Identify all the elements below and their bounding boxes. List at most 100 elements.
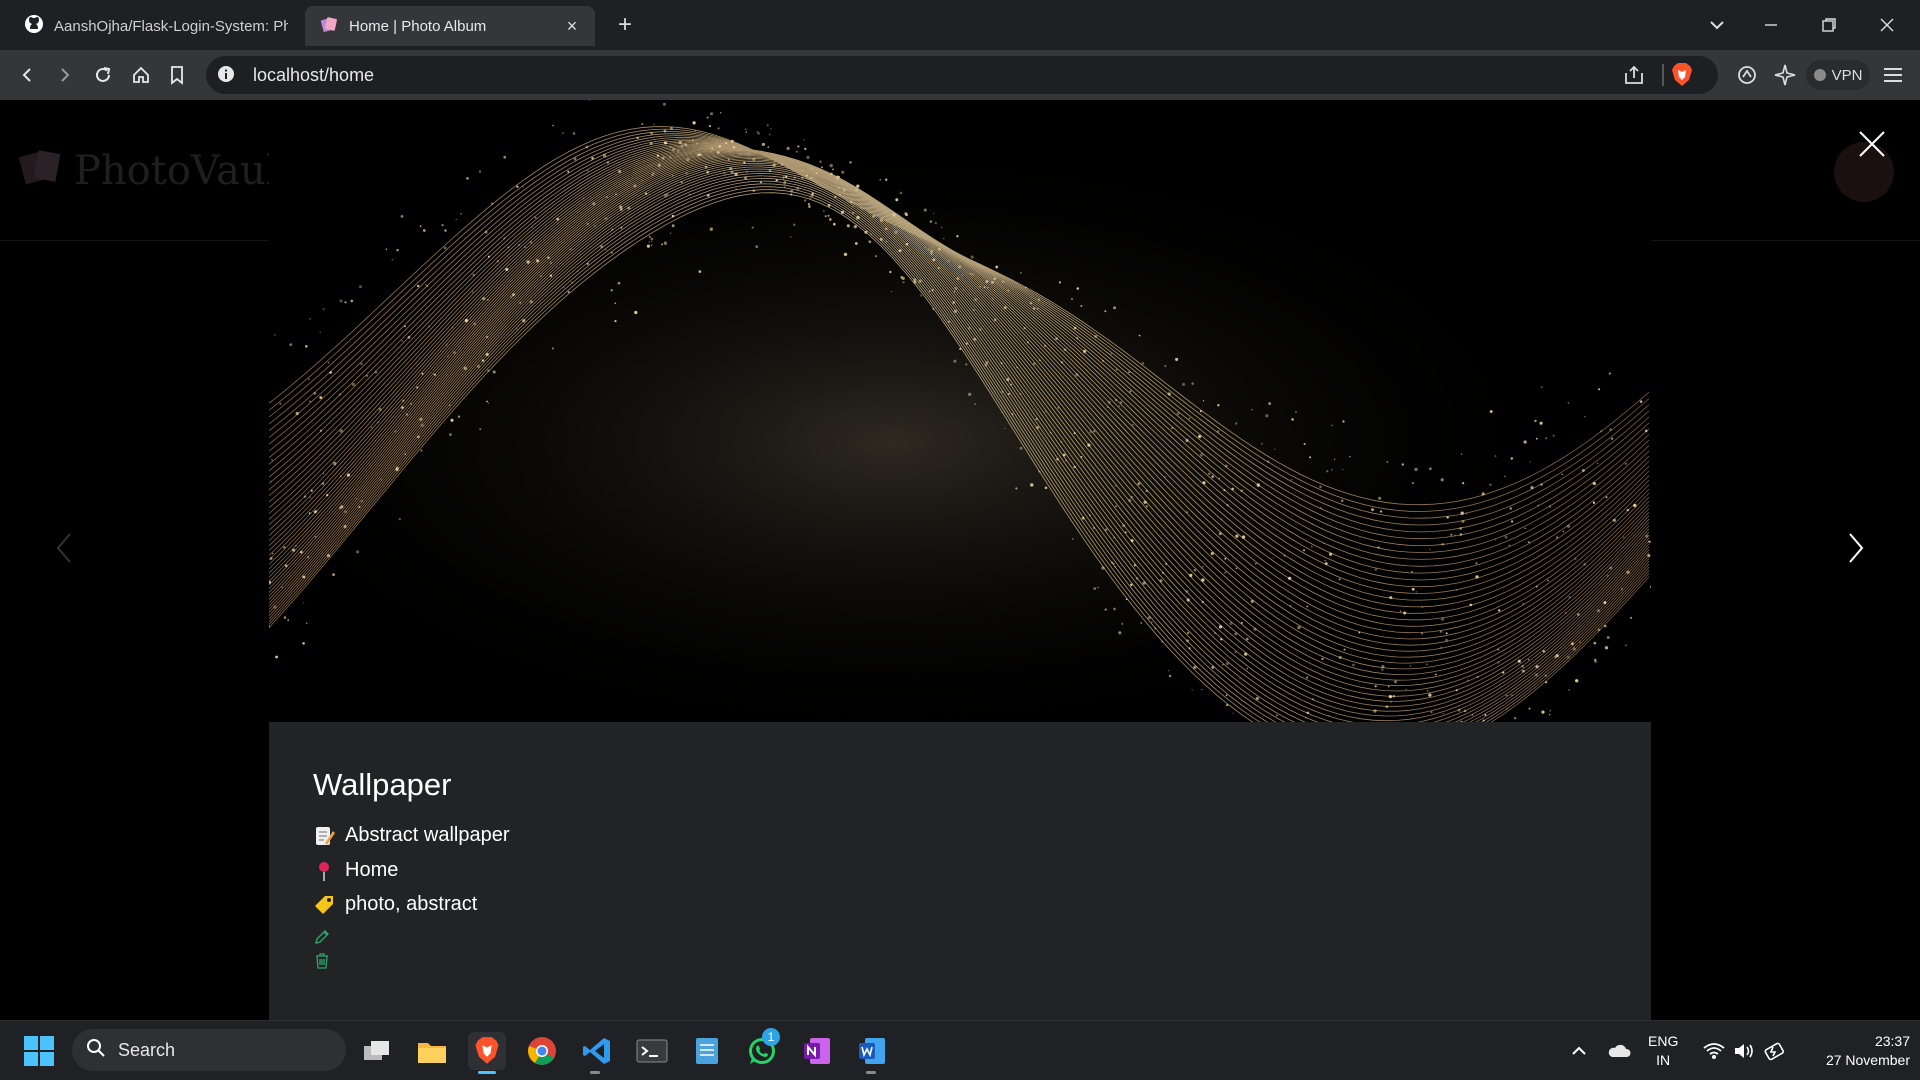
sparkle-dot bbox=[1113, 563, 1115, 565]
sparkle-dot bbox=[947, 260, 950, 263]
sparkle-dot bbox=[309, 400, 312, 403]
site-logo[interactable]: PhotoVault bbox=[18, 146, 295, 196]
sparkle-dot bbox=[1429, 467, 1432, 470]
sparkle-dot bbox=[974, 403, 976, 405]
vpn-button[interactable]: VPN bbox=[1806, 60, 1870, 90]
sparkle-dot bbox=[1338, 578, 1341, 581]
address-bar[interactable] bbox=[206, 56, 1718, 94]
forward-arrow-icon[interactable] bbox=[52, 62, 78, 88]
task-view-icon[interactable] bbox=[358, 1032, 396, 1070]
sparkle-dot bbox=[971, 273, 974, 276]
leo-ai-icon[interactable] bbox=[1734, 62, 1760, 88]
back-arrow-icon[interactable] bbox=[14, 62, 40, 88]
sparkle-dot bbox=[1377, 546, 1380, 549]
close-tab-icon[interactable]: × bbox=[563, 16, 581, 37]
volume-speaker-icon[interactable] bbox=[1732, 1040, 1756, 1062]
edit-pencil-icon[interactable] bbox=[313, 928, 331, 946]
terminal-icon[interactable] bbox=[633, 1032, 671, 1070]
word-icon[interactable] bbox=[853, 1032, 891, 1070]
sparkle-dot bbox=[549, 274, 553, 277]
sparkle-dot bbox=[698, 270, 702, 273]
sparkle-dot bbox=[1186, 639, 1189, 643]
sparkle-dot bbox=[1594, 660, 1597, 663]
notepad-icon[interactable] bbox=[688, 1032, 726, 1070]
sparkle-dot bbox=[1111, 561, 1114, 564]
brave-browser-icon[interactable] bbox=[468, 1032, 506, 1070]
sparkle-dot bbox=[1489, 410, 1493, 413]
sparkle-dot bbox=[801, 169, 804, 172]
input-language-indicator[interactable]: ENG IN bbox=[1648, 1032, 1678, 1070]
sparkle-dot bbox=[614, 319, 617, 323]
tab-photo-album[interactable]: Home | Photo Album × bbox=[305, 6, 595, 46]
next-photo-chevron-right-icon[interactable] bbox=[1840, 528, 1870, 568]
sparkle-icon[interactable] bbox=[1772, 62, 1798, 88]
sparkle-dot bbox=[1352, 663, 1355, 667]
sparkle-dot bbox=[1459, 527, 1463, 530]
show-hidden-icons-chevron-up-icon[interactable] bbox=[1568, 1040, 1590, 1062]
taskbar-search-box[interactable]: Search bbox=[72, 1029, 346, 1071]
sparkle-dot bbox=[1234, 651, 1237, 653]
sparkle-dot bbox=[1129, 390, 1132, 393]
close-window-icon[interactable] bbox=[1876, 14, 1898, 36]
vpn-label: VPN bbox=[1831, 66, 1863, 84]
sparkle-dot bbox=[407, 336, 411, 339]
sparkle-dot bbox=[959, 348, 962, 350]
sparkle-dot bbox=[677, 148, 680, 151]
sparkle-dot bbox=[1165, 563, 1168, 565]
sparkle-dot bbox=[940, 226, 943, 229]
sparkle-dot bbox=[832, 168, 834, 171]
sparkle-dot bbox=[1440, 478, 1444, 482]
sparkle-dot bbox=[751, 226, 754, 229]
windows-start-icon[interactable] bbox=[24, 1036, 54, 1066]
sparkle-dot bbox=[374, 371, 378, 374]
sparkle-dot bbox=[1113, 306, 1117, 310]
sparkle-dot bbox=[295, 411, 299, 416]
delete-trash-icon[interactable] bbox=[313, 952, 331, 970]
share-icon[interactable] bbox=[1622, 63, 1646, 87]
battery-charging-icon[interactable] bbox=[1762, 1040, 1786, 1062]
sparkle-dot bbox=[1583, 563, 1587, 566]
sparkle-dot bbox=[620, 226, 623, 229]
restore-window-icon[interactable] bbox=[1818, 14, 1840, 36]
close-lightbox-icon[interactable] bbox=[1854, 126, 1890, 162]
brave-shields-icon[interactable] bbox=[1670, 62, 1694, 88]
sparkle-dot bbox=[572, 132, 576, 135]
sparkle-dot bbox=[1494, 539, 1497, 541]
menu-hamburger-icon[interactable] bbox=[1880, 62, 1906, 88]
sparkle-dot bbox=[460, 213, 462, 215]
search-placeholder: Search bbox=[118, 1039, 176, 1060]
onedrive-cloud-icon[interactable] bbox=[1606, 1040, 1632, 1062]
new-tab-button[interactable]: + bbox=[612, 12, 638, 38]
vscode-icon[interactable] bbox=[578, 1032, 616, 1070]
bookmark-icon[interactable] bbox=[164, 62, 190, 88]
sparkle-dot bbox=[1211, 475, 1215, 479]
sparkle-dot bbox=[1547, 579, 1549, 582]
sparkle-dot bbox=[1342, 420, 1345, 423]
sparkle-dot bbox=[662, 102, 666, 106]
vpn-status-icon bbox=[1813, 69, 1826, 81]
previous-photo-chevron-left-icon[interactable] bbox=[50, 528, 80, 568]
sparkle-dot bbox=[672, 147, 675, 151]
onenote-icon[interactable] bbox=[798, 1032, 836, 1070]
file-explorer-icon[interactable] bbox=[413, 1032, 451, 1070]
sparkle-dot bbox=[1274, 448, 1276, 450]
sparkle-dot bbox=[1309, 456, 1312, 459]
sparkle-dot bbox=[1554, 656, 1557, 659]
reload-icon[interactable] bbox=[90, 62, 116, 88]
chrome-icon[interactable] bbox=[523, 1032, 561, 1070]
sparkle-dot bbox=[611, 228, 614, 231]
sparkle-dot bbox=[1076, 287, 1080, 290]
photo-album-favicon-icon bbox=[319, 14, 339, 38]
sparkle-dot bbox=[487, 402, 490, 404]
sparkle-dot bbox=[797, 145, 800, 148]
home-icon[interactable] bbox=[128, 62, 154, 88]
minimize-window-icon[interactable] bbox=[1760, 14, 1782, 36]
sparkle-dot bbox=[717, 151, 720, 154]
tab-list-chevron-down-icon[interactable] bbox=[1706, 12, 1728, 38]
wifi-icon[interactable] bbox=[1702, 1040, 1726, 1062]
site-info-icon[interactable] bbox=[216, 64, 236, 84]
taskbar-clock[interactable]: 23:37 27 November bbox=[1800, 1032, 1910, 1070]
sparkle-dot bbox=[898, 249, 902, 252]
tab-github[interactable]: AanshOjha/Flask-Login-System: Photo bbox=[10, 6, 302, 46]
sparkle-dot bbox=[326, 494, 329, 497]
